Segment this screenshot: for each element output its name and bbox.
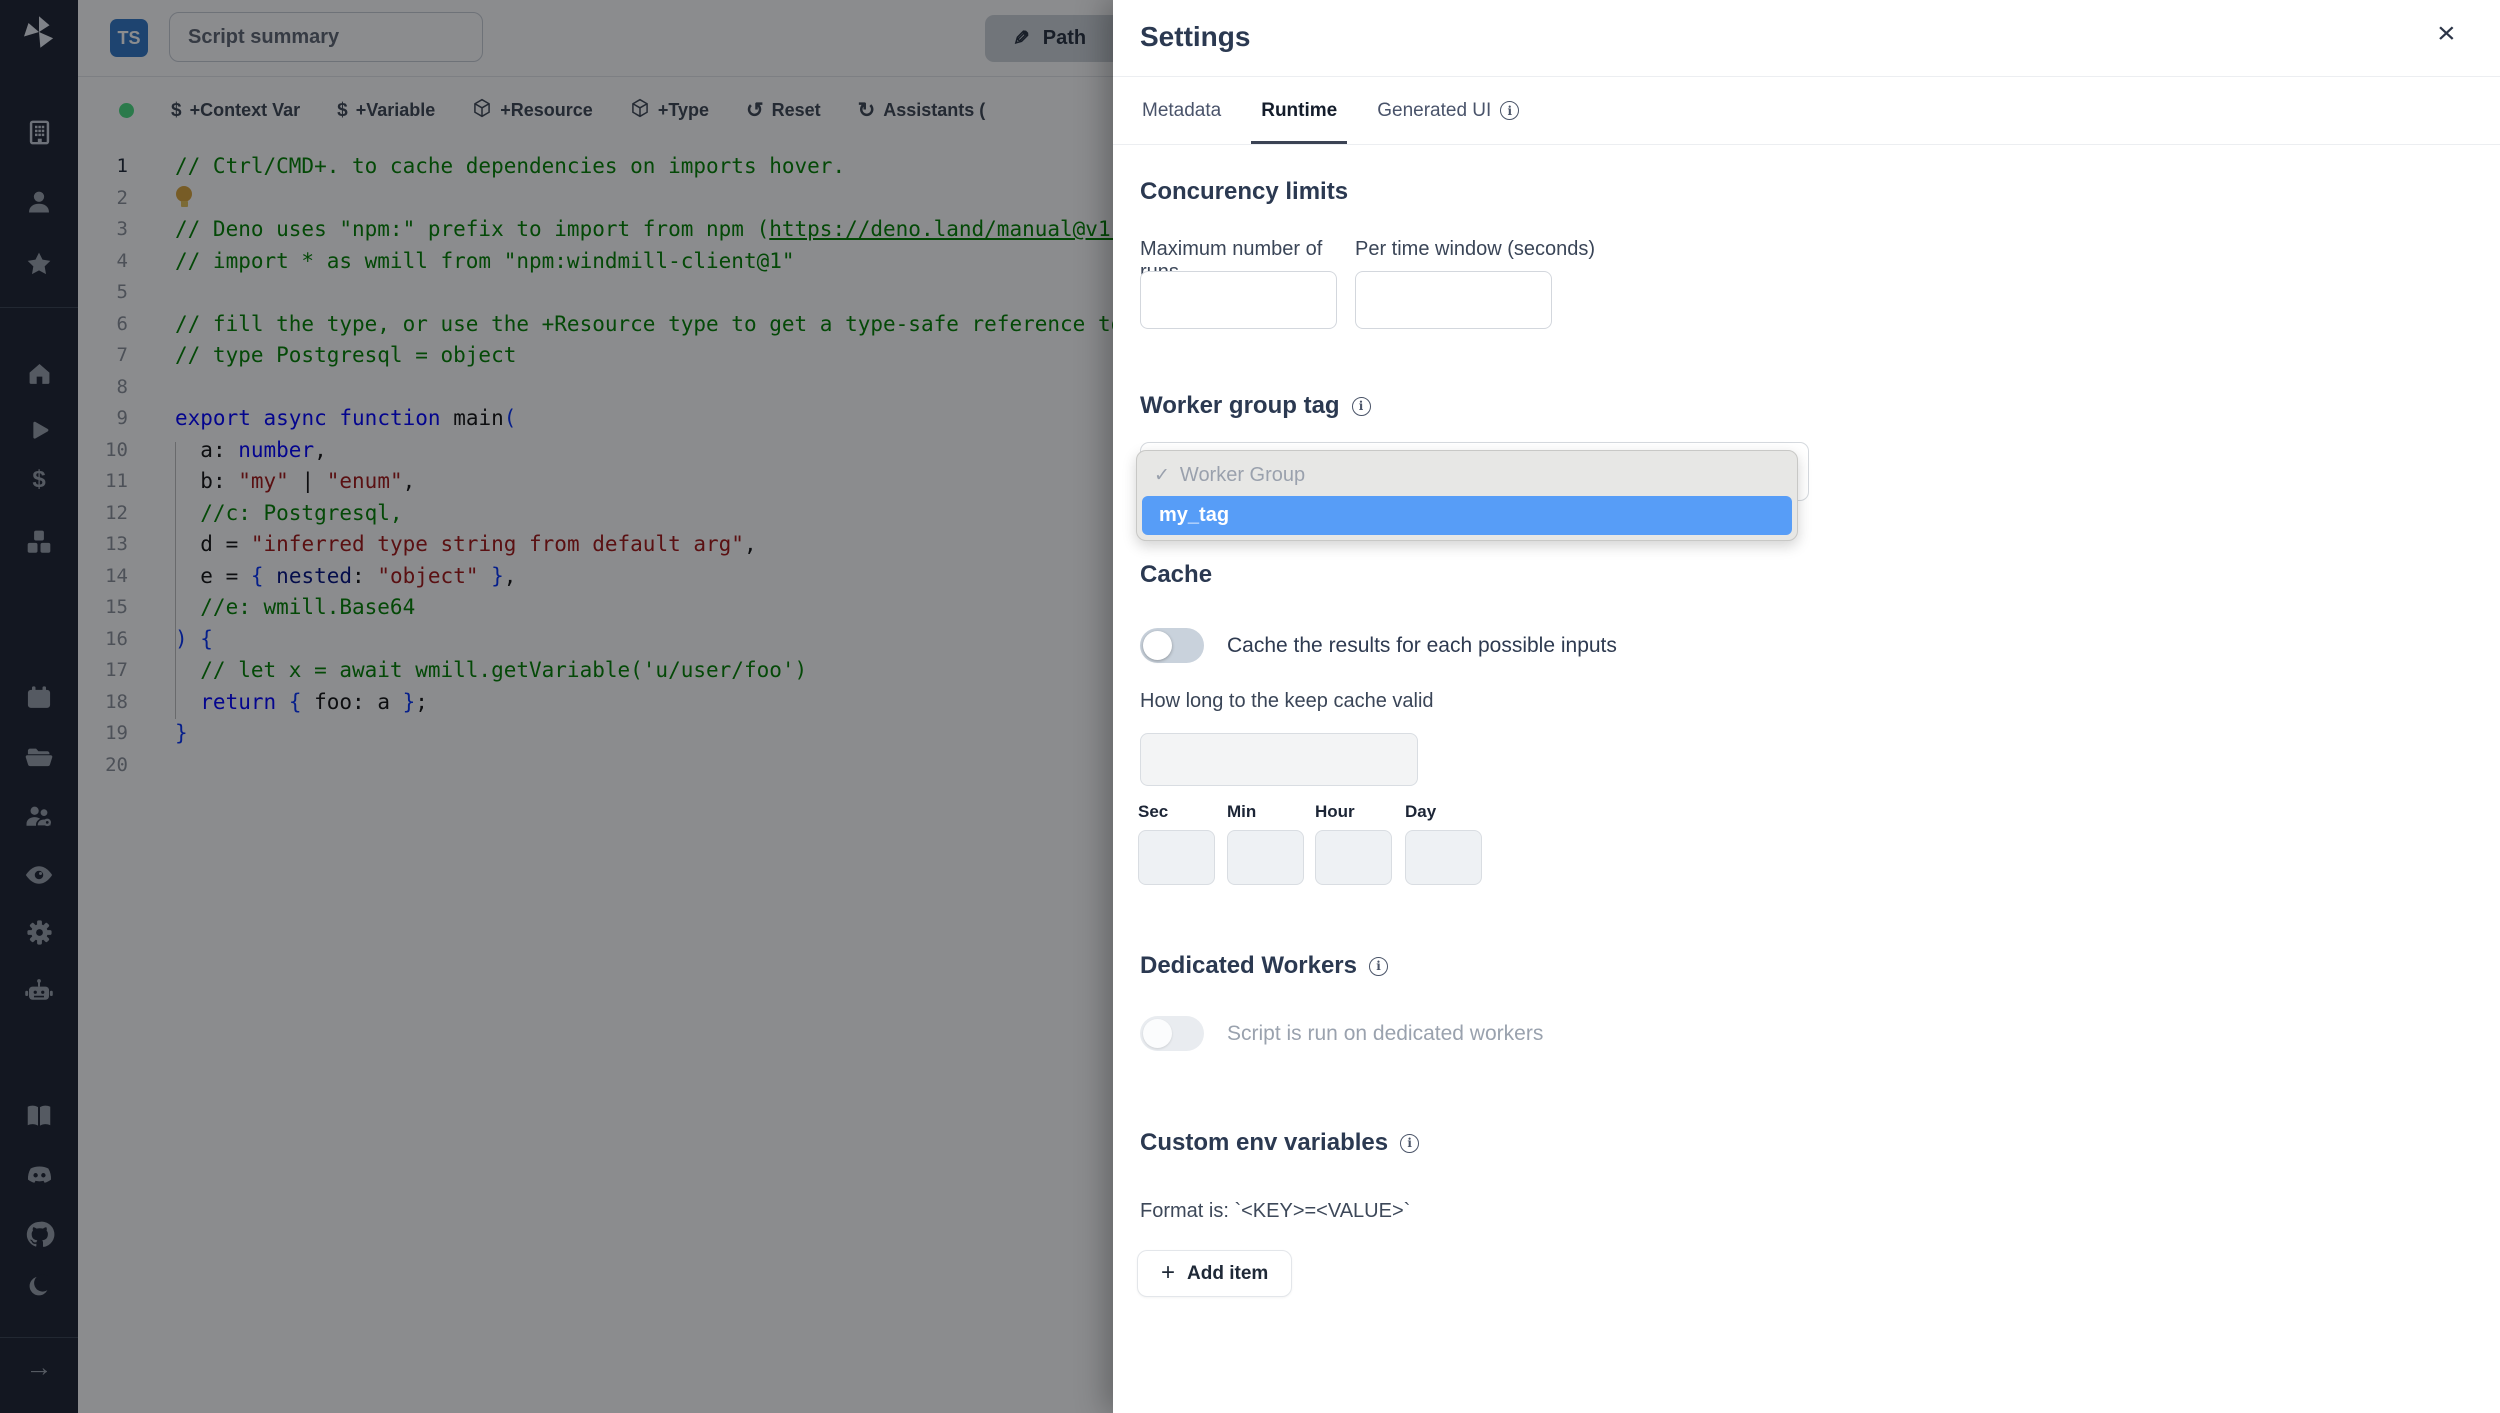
tab-generated-ui-label: Generated UI [1377, 99, 1492, 121]
sec-input[interactable] [1138, 830, 1215, 885]
sec-label: Sec [1138, 802, 1169, 821]
worker-group-heading-label: Worker group tag [1140, 392, 1340, 419]
info-icon [1400, 1133, 1420, 1153]
env-format-hint: Format is: `<KEY>=<VALUE>` [1140, 1200, 1411, 1222]
day-input[interactable] [1405, 830, 1482, 885]
max-runs-input[interactable] [1140, 271, 1337, 329]
add-item-button[interactable]: Add item [1137, 1250, 1293, 1297]
unit-col-hour: Hour [1315, 802, 1410, 885]
settings-tabs: Metadata Runtime Generated UI [1113, 77, 2500, 145]
tab-runtime-label: Runtime [1261, 99, 1338, 121]
unit-col-min: Min [1227, 802, 1322, 885]
close-icon[interactable] [2431, 14, 2462, 53]
unit-col-sec: Sec [1138, 802, 1233, 885]
hour-label: Hour [1315, 802, 1355, 821]
cache-toggle-label: Cache the results for each possible inpu… [1227, 633, 1617, 657]
info-icon [1500, 101, 1520, 120]
tab-generated-ui[interactable]: Generated UI [1363, 77, 1533, 144]
cache-toggle[interactable] [1140, 628, 1204, 663]
env-variables-heading: Custom env variables [1140, 1129, 1420, 1157]
dropdown-group-header: Worker Group [1142, 459, 1792, 492]
tab-metadata[interactable]: Metadata [1128, 77, 1235, 144]
settings-header: Settings [1113, 0, 2500, 77]
cache-toggle-row: Cache the results for each possible inpu… [1140, 628, 1617, 663]
settings-drawer: Settings Metadata Runtime Generated UI C… [1113, 0, 2500, 1413]
env-variables-heading-label: Custom env variables [1140, 1129, 1389, 1156]
hour-input[interactable] [1315, 830, 1392, 885]
plus-icon [1161, 1261, 1175, 1286]
tab-metadata-label: Metadata [1142, 99, 1222, 121]
dedicated-workers-heading: Dedicated Workers [1140, 952, 1388, 980]
modal-overlay[interactable] [0, 0, 1113, 1413]
tab-runtime[interactable]: Runtime [1247, 77, 1351, 144]
dedicated-workers-toggle[interactable] [1140, 1016, 1204, 1051]
min-input[interactable] [1227, 830, 1304, 885]
unit-col-day: Day [1405, 802, 1500, 885]
info-icon [1368, 956, 1388, 976]
min-label: Min [1227, 802, 1257, 821]
settings-title: Settings [1140, 21, 1251, 52]
dropdown-option-my-tag[interactable]: my_tag [1142, 496, 1792, 535]
concurrency-heading: Concurency limits [1140, 178, 1349, 205]
dedicated-toggle-row: Script is run on dedicated workers [1140, 1016, 1543, 1051]
cache-duration-label: How long to the keep cache valid [1140, 690, 1434, 712]
cache-duration-input[interactable] [1140, 733, 1418, 786]
cache-heading: Cache [1140, 561, 1213, 588]
info-icon [1351, 396, 1371, 416]
time-window-input[interactable] [1355, 271, 1552, 329]
concurrency-inputs [1140, 271, 1552, 329]
worker-group-heading: Worker group tag [1140, 392, 1371, 420]
add-item-label: Add item [1187, 1262, 1269, 1284]
dedicated-toggle-label: Script is run on dedicated workers [1227, 1021, 1544, 1045]
dropdown-group-label: Worker Group [1179, 464, 1306, 486]
check-icon [1154, 464, 1170, 487]
dedicated-workers-heading-label: Dedicated Workers [1140, 952, 1357, 979]
worker-group-dropdown: Worker Group my_tag [1136, 450, 1798, 541]
day-label: Day [1405, 802, 1437, 821]
